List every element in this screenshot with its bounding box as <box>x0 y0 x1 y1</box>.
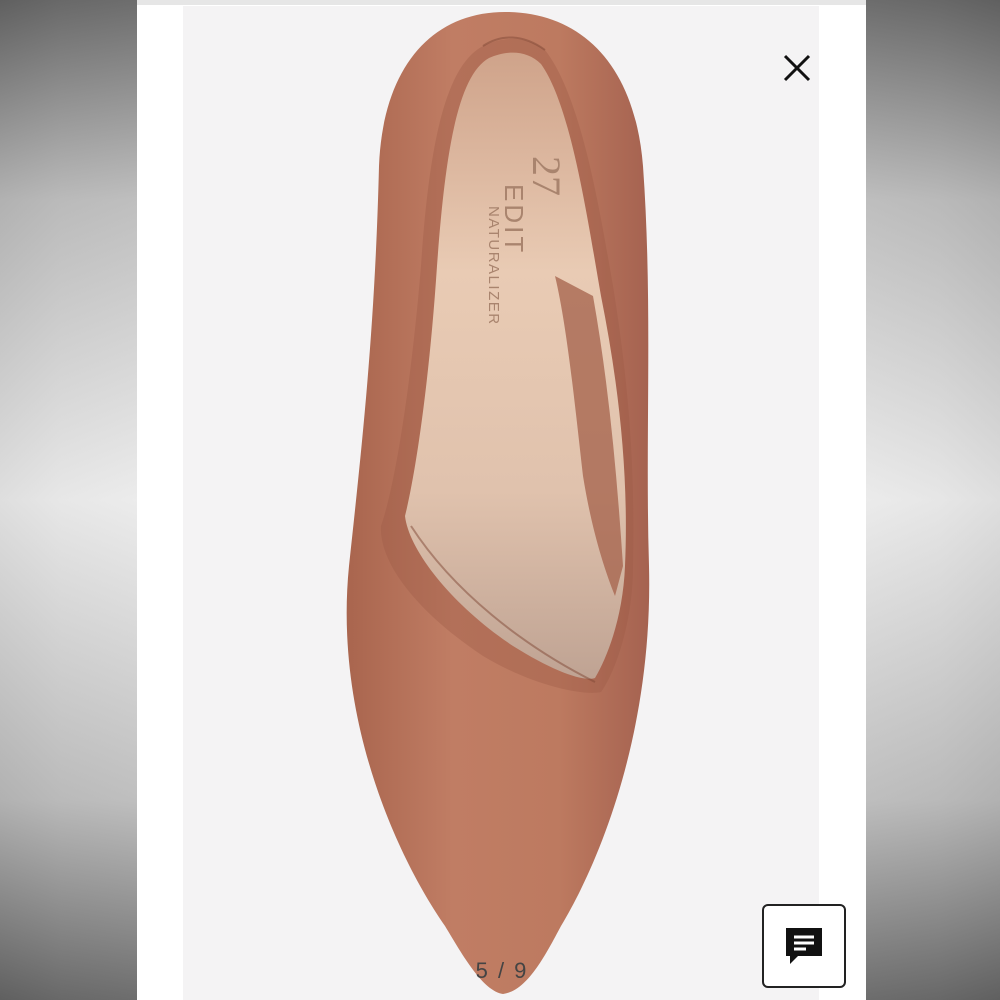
insole-logo-number: 27 <box>524 156 569 196</box>
right-blurred-backdrop <box>866 0 1000 1000</box>
close-button[interactable] <box>777 48 817 88</box>
left-blurred-backdrop <box>0 0 137 1000</box>
chat-button[interactable] <box>762 904 846 988</box>
shoe-illustration: EDIT NATURALIZER 27 <box>346 11 650 995</box>
product-photo: EDIT NATURALIZER 27 <box>183 6 819 1000</box>
chat-icon <box>786 928 822 964</box>
insole-logo-naturalizer: NATURALIZER <box>485 206 502 326</box>
close-icon <box>783 54 811 82</box>
image-counter: 5 / 9 <box>475 958 529 983</box>
viewer-top-edge <box>137 0 866 5</box>
image-viewer: EDIT NATURALIZER 27 5 / 9 <box>137 0 866 1000</box>
